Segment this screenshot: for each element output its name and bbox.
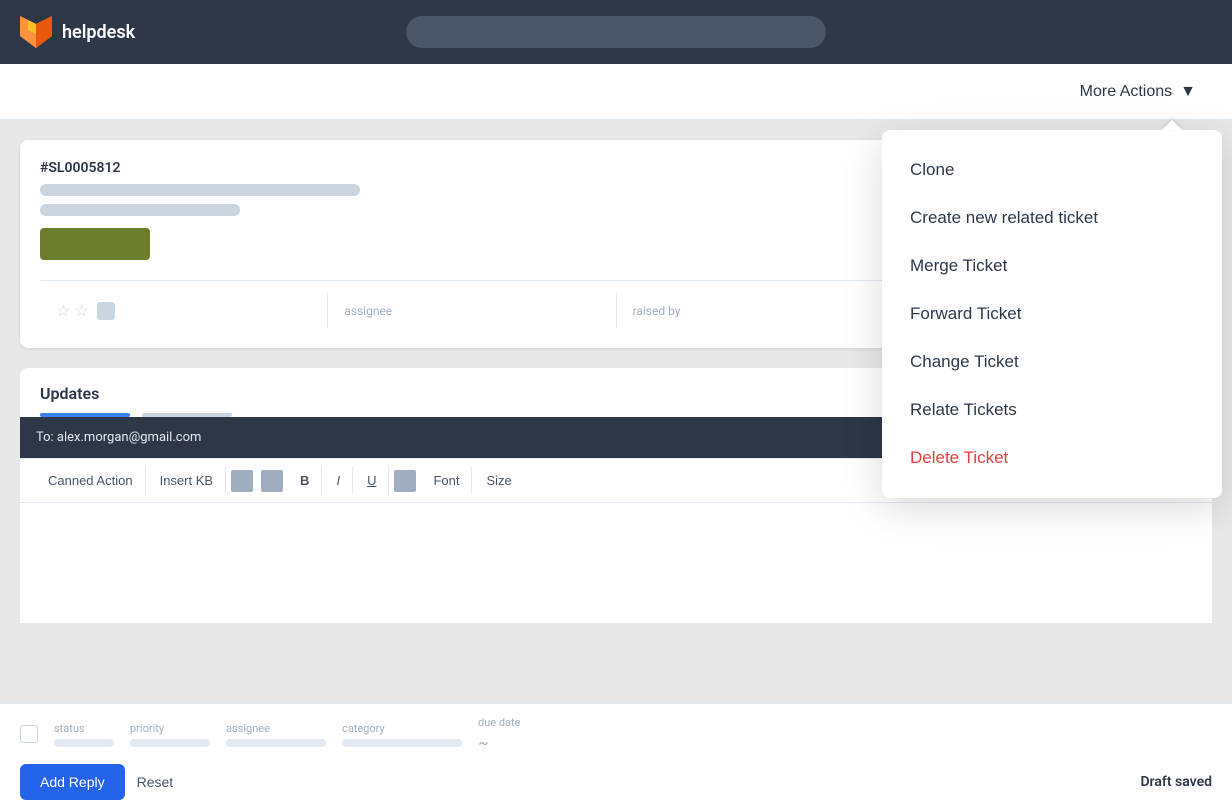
select-checkbox[interactable] [20,725,38,743]
priority-label: priority [130,722,210,735]
status-label: status [54,722,114,735]
add-reply-button[interactable]: Add Reply [20,764,125,800]
color-box-1[interactable] [231,470,253,492]
dropdown-item-clone[interactable]: Clone [882,146,1222,194]
underline-button[interactable]: U [355,467,389,494]
logo-text: helpdesk [62,22,135,43]
dropdown-item-change[interactable]: Change Ticket [882,338,1222,386]
assignee-field: assignee [226,722,326,747]
reset-button[interactable]: Reset [137,774,174,790]
category-label: category [342,722,462,735]
status-bar [54,739,114,747]
dropdown-arrow [1162,120,1182,130]
color-box-2[interactable] [261,470,283,492]
dropdown-item-delete[interactable]: Delete Ticket [882,434,1222,482]
reply-to: To: alex.morgan@gmail.com [36,430,201,445]
due-date-label: due date [478,716,520,729]
category-bar [342,739,462,747]
priority-field: priority [130,722,210,747]
tab-inactive[interactable] [142,413,232,417]
insert-kb-button[interactable]: Insert KB [148,467,226,494]
action-bar: More Actions ▼ [0,64,1232,120]
assignee-label: assignee [344,304,392,318]
dropdown-item-relate[interactable]: Relate Tickets [882,386,1222,434]
category-field: category [342,722,462,747]
dropdown-item-create-related[interactable]: Create new related ticket [882,194,1222,242]
meta-icon-box [97,302,115,320]
priority-bar [130,739,210,747]
meta-icons: ☆ ☆ [40,293,328,328]
more-actions-label: More Actions [1080,83,1172,101]
ticket-subtitle-placeholder [40,204,240,216]
tab-active[interactable] [40,413,130,417]
assignee-bar [226,739,326,747]
compose-area[interactable] [20,503,1212,623]
logo-icon [20,16,52,48]
dropdown-item-forward[interactable]: Forward Ticket [882,290,1222,338]
search-input[interactable] [406,16,826,48]
navbar: helpdesk [0,0,1232,64]
ticket-title-placeholder [40,184,360,196]
draft-saved-status: Draft saved [1140,774,1212,790]
status-field: status [54,722,114,747]
due-date-value: ~ [478,733,520,752]
canned-action-button[interactable]: Canned Action [36,467,146,494]
logo: helpdesk [20,16,135,48]
chevron-down-icon: ▼ [1180,83,1196,101]
color-box-3[interactable] [394,470,416,492]
font-button[interactable]: Font [421,467,472,494]
raised-by-label: raised by [633,304,681,318]
due-date-field: due date ~ [478,716,520,752]
search-container [406,16,826,48]
italic-button[interactable]: I [324,467,353,494]
bottom-fields: status priority assignee category due da… [20,716,1212,752]
bold-button[interactable]: B [288,467,322,494]
bottom-bar: status priority assignee category due da… [0,703,1232,812]
more-actions-dropdown: Clone Create new related ticket Merge Ti… [882,130,1222,498]
bottom-actions: Add Reply Reset Draft saved [20,764,1212,800]
star-icons: ☆ ☆ [56,301,89,320]
size-button[interactable]: Size [474,467,523,494]
ticket-status-badge [40,228,150,260]
meta-assignee: assignee [328,293,616,328]
more-actions-button[interactable]: More Actions ▼ [1068,75,1208,109]
meta-raised-by: raised by [617,293,905,328]
assignee-label-bottom: assignee [226,722,326,735]
action-buttons: Add Reply Reset [20,764,173,800]
dropdown-item-merge[interactable]: Merge Ticket [882,242,1222,290]
